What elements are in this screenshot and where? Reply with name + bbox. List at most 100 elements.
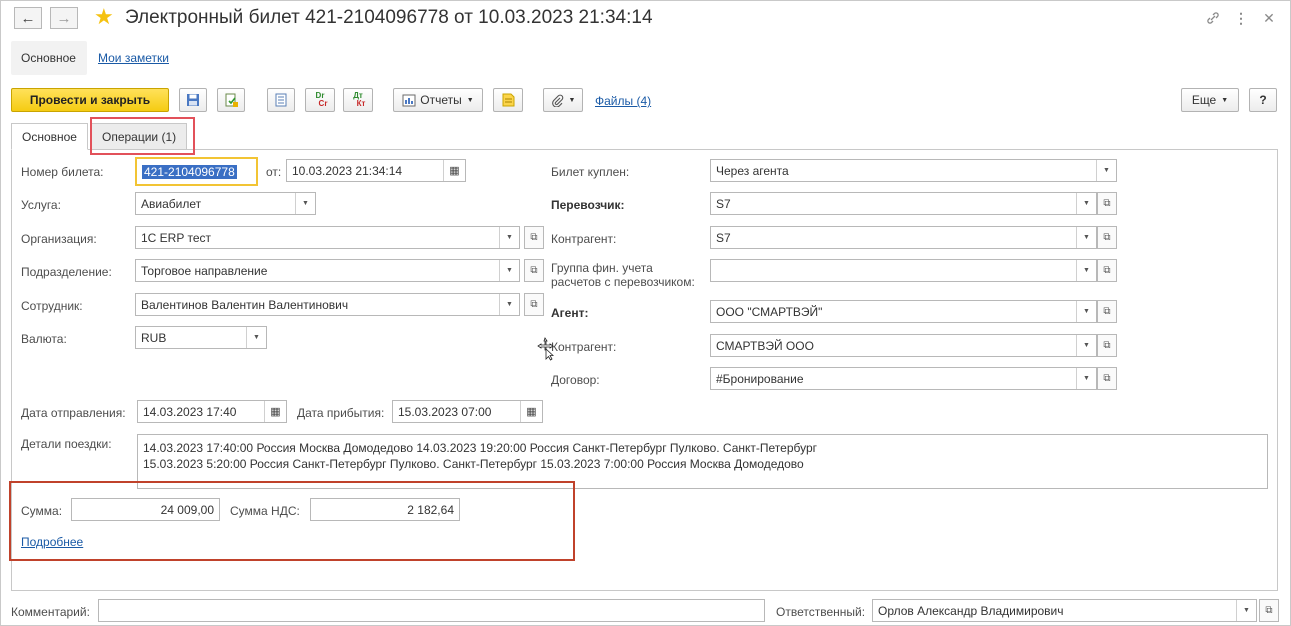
agent-input[interactable]: ООО "СМАРТВЭЙ" ▼ (710, 300, 1097, 323)
arrow-right-icon: → (56, 9, 72, 27)
from-date-label: от: (266, 165, 282, 179)
chevron-down-icon[interactable]: ▼ (1076, 301, 1096, 322)
currency-select[interactable]: RUB ▼ (135, 326, 267, 349)
comment-input[interactable] (98, 599, 765, 622)
calendar-icon[interactable]: ▦ (264, 401, 286, 422)
organization-label: Организация: (21, 232, 97, 246)
reports-button[interactable]: Отчеты ▼ (393, 88, 483, 112)
chevron-down-icon[interactable]: ▼ (1076, 335, 1096, 356)
save-button[interactable] (179, 88, 207, 112)
reports-icon (402, 94, 416, 106)
chevron-down-icon[interactable]: ▼ (1076, 260, 1096, 281)
files-link[interactable]: Файлы (4) (595, 94, 651, 108)
dr-cr-button[interactable]: Dr Cr (305, 88, 335, 112)
open-agent-button[interactable]: ⧉ (1097, 300, 1117, 323)
more-vertical-icon[interactable]: ⋮ (1231, 8, 1251, 28)
chevron-down-icon[interactable]: ▼ (1076, 368, 1096, 389)
bought-select[interactable]: Через агента ▼ (710, 159, 1117, 182)
chevron-down-icon[interactable]: ▼ (295, 193, 315, 214)
tab-main[interactable]: Основное (11, 123, 88, 150)
chevron-down-icon[interactable]: ▼ (499, 260, 519, 281)
vat-input[interactable]: 2 182,64 (310, 498, 460, 521)
dr-cr-icon: Dr Cr (315, 91, 328, 108)
currency-label: Валюта: (21, 332, 67, 346)
more-button[interactable]: Еще ▼ (1181, 88, 1239, 112)
open-organization-button[interactable]: ⧉ (524, 226, 544, 249)
link-icon[interactable] (1203, 8, 1223, 28)
forward-button[interactable]: → (50, 7, 78, 29)
responsible-input[interactable]: Орлов Александр Владимирович ▼ (872, 599, 1257, 622)
open-icon: ⧉ (1103, 373, 1111, 384)
agent-label: Агент: (551, 306, 589, 320)
open-icon: ⧉ (530, 232, 538, 243)
open-contract-button[interactable]: ⧉ (1097, 367, 1117, 390)
depart-label: Дата отправления: (21, 406, 126, 420)
chevron-down-icon[interactable]: ▼ (1076, 193, 1096, 214)
open-icon: ⧉ (530, 265, 538, 276)
open-division-button[interactable]: ⧉ (524, 259, 544, 282)
back-button[interactable]: ← (14, 7, 42, 29)
sum-label: Сумма: (21, 504, 63, 518)
move-cursor-icon (537, 337, 555, 361)
open-counterparty-button[interactable]: ⧉ (1097, 226, 1117, 249)
post-document-icon (225, 93, 238, 107)
agent-counterparty-label: Контрагент: (551, 340, 617, 354)
dt-kt-icon: Дт Кт (353, 91, 366, 108)
fin-group-label: Группа фин. учета расчетов с перевозчико… (551, 261, 695, 289)
tab-operations[interactable]: Операции (1) (91, 123, 188, 149)
depart-date-input[interactable]: 14.03.2023 17:40 ▦ (137, 400, 287, 423)
open-agent-counterparty-button[interactable]: ⧉ (1097, 334, 1117, 357)
chevron-down-icon: ▼ (466, 96, 474, 104)
calendar-icon[interactable]: ▦ (443, 160, 465, 181)
division-input[interactable]: Торговое направление ▼ (135, 259, 520, 282)
open-responsible-button[interactable]: ⧉ (1259, 599, 1279, 622)
close-icon[interactable]: ✕ (1259, 8, 1279, 28)
chevron-down-icon[interactable]: ▼ (1236, 600, 1256, 621)
open-icon: ⧉ (1103, 198, 1111, 209)
agent-counterparty-input[interactable]: СМАРТВЭЙ ООО ▼ (710, 334, 1097, 357)
post-button[interactable] (217, 88, 245, 112)
post-and-close-button[interactable]: Провести и закрыть (11, 88, 169, 112)
section-main[interactable]: Основное (11, 41, 87, 75)
chevron-down-icon[interactable]: ▼ (246, 327, 266, 348)
service-label: Услуга: (21, 198, 61, 212)
dt-kt-button[interactable]: Дт Кт (343, 88, 373, 112)
sum-input[interactable]: 24 009,00 (71, 498, 220, 521)
open-fin-group-button[interactable]: ⧉ (1097, 259, 1117, 282)
carrier-input[interactable]: S7 ▼ (710, 192, 1097, 215)
help-button[interactable]: ? (1249, 88, 1277, 112)
open-icon: ⧉ (1103, 232, 1111, 243)
open-icon: ⧉ (1265, 605, 1273, 616)
calendar-icon[interactable]: ▦ (520, 401, 542, 422)
employee-label: Сотрудник: (21, 299, 83, 313)
responsible-label: Ответственный: (776, 605, 866, 619)
trip-details-textarea[interactable]: 14.03.2023 17:40:00 Россия Москва Домоде… (137, 434, 1268, 489)
open-icon: ⧉ (530, 299, 538, 310)
attach-button[interactable]: ▼ (543, 88, 583, 112)
fin-group-input[interactable]: ▼ (710, 259, 1097, 282)
chevron-down-icon[interactable]: ▼ (499, 227, 519, 248)
counterparty-input[interactable]: S7 ▼ (710, 226, 1097, 249)
service-select[interactable]: Авиабилет ▼ (135, 192, 316, 215)
section-my-notes[interactable]: Мои заметки (98, 51, 169, 65)
chevron-down-icon[interactable]: ▼ (499, 294, 519, 315)
vat-label: Сумма НДС: (230, 504, 300, 518)
chevron-down-icon[interactable]: ▼ (1076, 227, 1096, 248)
details-link[interactable]: Подробнее (21, 535, 83, 549)
employee-input[interactable]: Валентинов Валентин Валентинович ▼ (135, 293, 520, 316)
organization-input[interactable]: 1С ERP тест ▼ (135, 226, 520, 249)
favorite-star-icon[interactable]: ★ (94, 6, 114, 28)
contract-label: Договор: (551, 373, 600, 387)
comment-label: Комментарий: (11, 605, 90, 619)
contract-input[interactable]: #Бронирование ▼ (710, 367, 1097, 390)
ticket-number-input[interactable]: 421-2104096778 (135, 157, 258, 186)
from-date-input[interactable]: 10.03.2023 21:34:14 ▦ (286, 159, 466, 182)
chevron-down-icon[interactable]: ▼ (1096, 160, 1116, 181)
open-icon: ⧉ (1103, 306, 1111, 317)
open-employee-button[interactable]: ⧉ (524, 293, 544, 316)
notes-button[interactable] (493, 88, 523, 112)
document-journal-button[interactable] (267, 88, 295, 112)
open-carrier-button[interactable]: ⧉ (1097, 192, 1117, 215)
trip-details-label: Детали поездки: (21, 437, 112, 451)
arrive-date-input[interactable]: 15.03.2023 07:00 ▦ (392, 400, 543, 423)
